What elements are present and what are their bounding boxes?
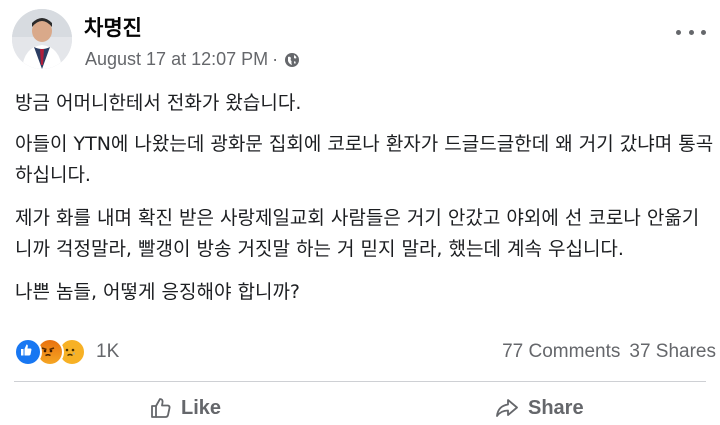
post-paragraph: 제가 화를 내며 확진 받은 사랑제일교회 사람들은 거기 안갔고 야외에 선 … [15,207,700,260]
post-timestamp[interactable]: August 17 at 12:07 PM [85,49,268,70]
reaction-count: 1K [96,341,120,362]
like-button[interactable]: Like [149,393,221,423]
profile-photo [12,9,72,69]
share-button-label: Share [528,396,584,419]
more-options-icon[interactable] [676,22,706,42]
engagement-counts: 77 Comments 37 Shares [502,338,716,366]
post-paragraph: 아들이 YTN에 나왔는데 광화문 집회에 코로나 환자가 드글드글한데 왜 거… [15,133,714,186]
post-content: 방금 어머니한테서 전화가 왔습니다. 아들이 YTN에 나왔는데 광화문 집회… [15,88,715,320]
shares-count[interactable]: 37 Shares [629,341,716,363]
like-button-label: Like [181,396,222,419]
globe-icon[interactable] [284,52,300,68]
thumbs-up-icon [151,398,171,418]
post-paragraph: 방금 어머니한테서 전화가 왔습니다. [15,92,302,114]
share-arrow-icon [496,399,518,417]
like-reaction-icon [14,338,42,366]
author-name[interactable]: 차명진 [84,12,142,42]
avatar[interactable] [12,9,72,69]
post-meta: August 17 at 12:07 PM · [85,49,300,70]
share-button[interactable]: Share [494,393,584,423]
reaction-summary[interactable]: 1K [14,338,119,366]
meta-separator: · [272,49,279,69]
comments-count[interactable]: 77 Comments [502,341,620,363]
facebook-post: 차명진 August 17 at 12:07 PM · 방금 어머니한테서 전화… [0,0,720,425]
divider [14,381,706,382]
post-paragraph: 나쁜 놈들, 어떻게 응징해야 합니까? [15,281,301,303]
